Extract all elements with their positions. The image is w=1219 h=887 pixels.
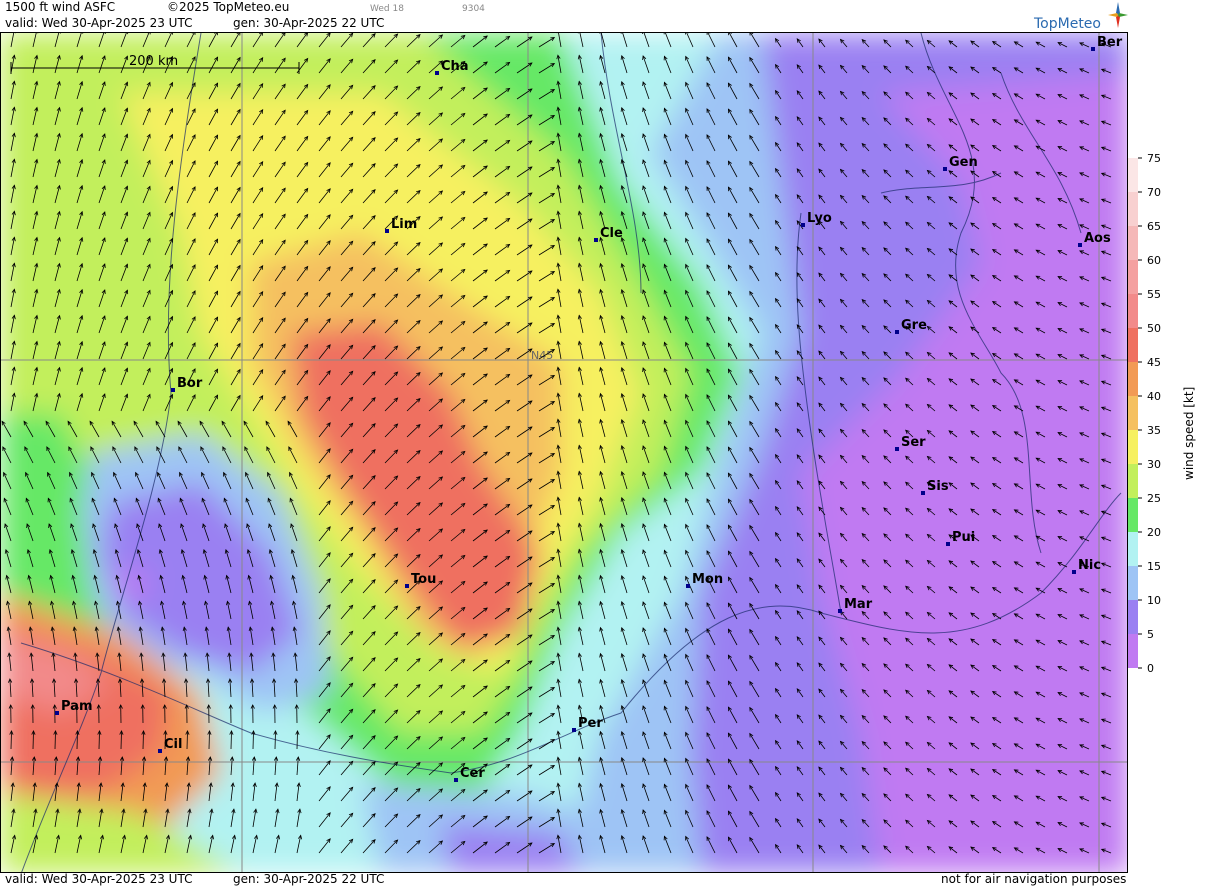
city-label: Gre [901,318,927,333]
valid-time: valid: Wed 30-Apr-2025 23 UTC [5,16,193,30]
legend-level-label: 0 [1147,662,1154,675]
legend-swatch [1128,634,1138,668]
map-title: 1500 ft wind ASFC [5,0,116,14]
legend-swatch [1128,226,1138,260]
legend-swatch [1128,294,1138,328]
topmeteo-logo: TopMeteo [1034,0,1130,32]
city-label: Mon [692,572,723,587]
day-code: Wed 18 [370,4,404,14]
legend-swatch [1128,532,1138,566]
brand-text: TopMeteo [1034,16,1101,32]
legend-level-label: 30 [1147,458,1161,471]
legend-level-label: 10 [1147,594,1161,607]
compass-icon [1108,2,1128,28]
city-label: Gen [949,155,978,170]
legend-level-label: 55 [1147,288,1161,301]
city-label: Ser [901,435,926,450]
legend-level-label: 5 [1147,628,1154,641]
copyright: ©2025 TopMeteo.eu [167,0,290,14]
run-code: 9304 [462,4,485,14]
city-label: Nic [1078,558,1101,573]
footer-bar: valid: Wed 30-Apr-2025 23 UTC gen: 30-Ap… [0,872,1219,887]
footer-gen-time: gen: 30-Apr-2025 22 UTC [233,872,385,886]
legend-swatch [1128,192,1138,226]
legend-swatch [1128,464,1138,498]
footer-valid-time: valid: Wed 30-Apr-2025 23 UTC [5,872,193,886]
legend-swatch [1128,430,1138,464]
legend-level-label: 15 [1147,560,1161,573]
city-label: Bor [177,376,203,391]
city-label: Per [578,716,603,731]
city-cha: Cha [435,59,469,75]
color-legend: 75 70 65 60 55 50 45 40 35 30 25 20 15 10 5 0 [1128,32,1219,873]
city-mar: Mar [838,597,873,613]
city-label: Pam [61,699,93,714]
legend-level-label: 45 [1147,356,1161,369]
legend-swatch [1128,566,1138,600]
legend-swatch [1128,158,1138,192]
city-label: Lyo [807,211,832,226]
gen-time: gen: 30-Apr-2025 22 UTC [233,16,385,30]
city-label: Aos [1084,231,1111,246]
legend-level-label: 50 [1147,322,1161,335]
legend-swatch [1128,362,1138,396]
legend-level-label: 25 [1147,492,1161,505]
legend-swatch [1128,328,1138,362]
city-label: Mar [844,597,873,612]
city-label: Lim [391,217,417,232]
legend-level-label: 70 [1147,186,1161,199]
city-mon: Mon [686,572,723,588]
city-label: Sis [927,479,949,494]
legend-swatch [1128,260,1138,294]
legend-level-label: 20 [1147,526,1161,539]
wind-map: N45 200 km Ber Cha Gen Lim Cle Lyo Aos Gre Bor Se… [0,32,1128,873]
city-label: Cer [460,766,485,781]
city-label: Ber [1097,35,1123,50]
legend-title: wind speed [kt] [1182,386,1196,480]
legend-swatch [1128,600,1138,634]
city-label: Pui [952,530,975,545]
legend-level-label: 40 [1147,390,1161,403]
legend-swatch [1128,396,1138,430]
legend-level-label: 60 [1147,254,1161,267]
legend-level-label: 35 [1147,424,1161,437]
city-pam: Pam [55,699,93,715]
city-label: Tou [411,572,436,587]
lat-label: N45 [531,349,553,362]
city-label: Cle [600,226,623,241]
disclaimer: not for air navigation purposes [941,872,1127,886]
city-label: Cil [164,737,182,752]
legend-level-label: 65 [1147,220,1161,233]
legend-level-label: 75 [1147,152,1161,165]
scale-label: 200 km [129,54,178,69]
city-gen: Gen [943,155,978,171]
city-label: Cha [441,59,469,74]
legend-swatch [1128,498,1138,532]
